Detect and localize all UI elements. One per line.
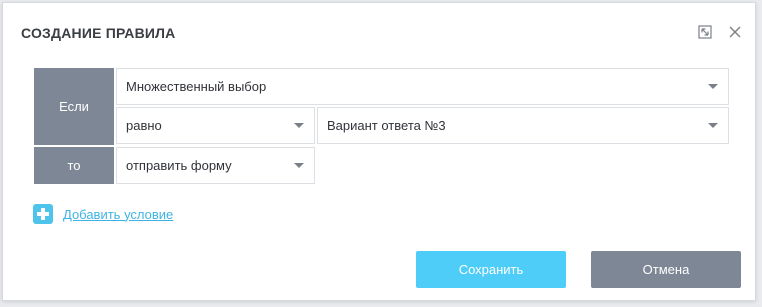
action-select[interactable]: отправить форму [116,147,315,184]
operator-select[interactable]: равно [116,107,315,144]
expand-icon [698,25,712,39]
dialog-title: СОЗДАНИЕ ПРАВИЛА [21,25,176,41]
expand-button[interactable] [697,24,713,40]
close-button[interactable] [727,24,743,40]
question-select[interactable]: Множественный выбор [116,68,729,105]
answer-select[interactable]: Вариант ответа №3 [317,107,729,144]
operator-select-value: равно [126,118,162,133]
caret-down-icon [708,123,718,128]
close-icon [729,26,741,38]
caret-down-icon [294,123,304,128]
cancel-button[interactable]: Отмена [591,251,741,288]
if-label: Если [34,68,114,145]
save-button[interactable]: Сохранить [416,251,566,288]
rule-dialog: СОЗДАНИЕ ПРАВИЛА Если то Множественный в… [2,2,756,301]
caret-down-icon [708,84,718,89]
add-condition-link[interactable]: Добавить условие [63,207,173,222]
plus-icon [33,204,53,224]
caret-down-icon [294,163,304,168]
then-label: то [34,147,114,184]
action-select-value: отправить форму [126,158,232,173]
answer-select-value: Вариант ответа №3 [327,118,446,133]
question-select-value: Множественный выбор [126,79,267,94]
add-condition-button[interactable]: Добавить условие [33,204,173,224]
